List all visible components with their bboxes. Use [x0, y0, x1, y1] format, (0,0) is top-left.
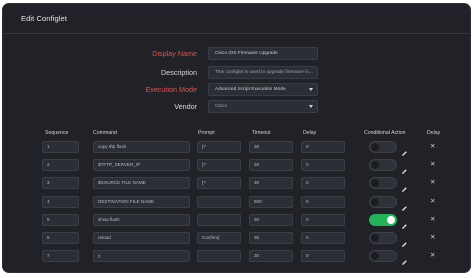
display-name-label: Display Name: [152, 49, 197, 58]
command-field[interactable]: $SOURCE FILE NAME: [93, 177, 190, 189]
sequence-field[interactable]: 4: [42, 196, 79, 208]
command-field[interactable]: show flash: [93, 214, 190, 226]
toggle-knob: [371, 179, 379, 187]
toggle-knob: [387, 216, 395, 224]
command-field[interactable]: y: [93, 250, 190, 262]
close-icon[interactable]: ✕: [430, 252, 435, 259]
command-field[interactable]: reload: [93, 232, 190, 244]
timeout-field[interactable]: 30: [249, 177, 293, 189]
col-header-command: Command: [93, 130, 117, 136]
toggle-knob: [371, 252, 379, 260]
timeout-field[interactable]: 30: [249, 214, 293, 226]
edit-configlet-window: Edit Configlet Display Name Description …: [2, 3, 471, 273]
pencil-icon[interactable]: [401, 180, 408, 192]
timeout-field[interactable]: 30: [249, 159, 293, 171]
col-header-conditional-action: Conditional Action: [364, 130, 406, 136]
conditional-action-toggle[interactable]: [369, 159, 397, 171]
pencil-icon[interactable]: [401, 235, 408, 247]
execution-mode-value: Advanced Script Execution Mode: [215, 87, 286, 92]
vendor-label: Vendor: [174, 102, 197, 111]
delay-field[interactable]: 0: [301, 232, 345, 244]
prompt-field[interactable]: [?: [197, 177, 241, 189]
prompt-field[interactable]: [?: [197, 141, 241, 153]
col-header-delete: Delay: [427, 130, 441, 136]
pencil-icon[interactable]: [401, 217, 408, 229]
execution-mode-select[interactable]: Advanced Script Execution Mode: [208, 83, 318, 96]
delay-field[interactable]: 0: [301, 177, 345, 189]
toggle-knob: [371, 161, 379, 169]
close-icon[interactable]: ✕: [430, 234, 435, 241]
timeout-field[interactable]: 30: [249, 141, 293, 153]
close-icon[interactable]: ✕: [430, 198, 435, 205]
close-icon[interactable]: ✕: [430, 161, 435, 168]
command-field[interactable]: copy tftp flash: [93, 141, 190, 153]
vendor-value: Cisco: [215, 104, 227, 109]
conditional-action-toggle[interactable]: [369, 232, 397, 244]
chevron-down-icon: [309, 88, 313, 91]
conditional-action-toggle[interactable]: [369, 214, 397, 226]
sequence-field[interactable]: 3: [42, 177, 79, 189]
window-titlebar: Edit Configlet: [3, 4, 470, 34]
close-icon[interactable]: ✕: [430, 179, 435, 186]
vendor-select[interactable]: Cisco: [208, 100, 318, 113]
command-field[interactable]: DESTINATION FILE NAME: [93, 196, 190, 208]
toggle-knob: [371, 198, 379, 206]
command-field[interactable]: $TFTP_SERVER_IP: [93, 159, 190, 171]
col-header-prompt: Prompt: [198, 130, 215, 136]
toggle-knob: [371, 143, 379, 151]
col-header-delay: Delay: [303, 130, 317, 136]
window-title: Edit Configlet: [21, 14, 68, 23]
pencil-icon[interactable]: [401, 144, 408, 156]
sequence-field[interactable]: 5: [42, 214, 79, 226]
delay-field[interactable]: 0: [301, 250, 345, 262]
delay-field[interactable]: 0: [301, 196, 345, 208]
prompt-field[interactable]: [?: [197, 159, 241, 171]
conditional-action-toggle[interactable]: [369, 177, 397, 189]
sequence-field[interactable]: 2: [42, 159, 79, 171]
close-icon[interactable]: ✕: [430, 216, 435, 223]
conditional-action-toggle[interactable]: [369, 196, 397, 208]
prompt-field[interactable]: [197, 250, 241, 262]
description-label: Description: [161, 68, 197, 77]
prompt-field[interactable]: [197, 196, 241, 208]
pencil-icon[interactable]: [401, 162, 408, 174]
toggle-knob: [371, 234, 379, 242]
timeout-field[interactable]: 500: [249, 196, 293, 208]
delay-field[interactable]: 0: [301, 159, 345, 171]
sequence-field[interactable]: 1: [42, 141, 79, 153]
display-name-input[interactable]: Cisco IOS Firmware Upgrade: [208, 47, 318, 60]
close-icon[interactable]: ✕: [430, 143, 435, 150]
execution-mode-label: Execution Mode: [145, 85, 197, 94]
prompt-field[interactable]: Confirm]: [197, 232, 241, 244]
pencil-icon[interactable]: [401, 199, 408, 211]
timeout-field[interactable]: 30: [249, 232, 293, 244]
description-input[interactable]: This configlet is used to upgrade firmwa…: [208, 66, 318, 79]
sequence-field[interactable]: 6: [42, 232, 79, 244]
conditional-action-toggle[interactable]: [369, 141, 397, 153]
col-header-timeout: Timeout: [252, 130, 271, 136]
col-header-sequence: Sequence: [45, 130, 69, 136]
timeout-field[interactable]: 30: [249, 250, 293, 262]
chevron-down-icon: [309, 105, 313, 108]
pencil-icon[interactable]: [401, 253, 408, 265]
delay-field[interactable]: 0: [301, 141, 345, 153]
delay-field[interactable]: 0: [301, 214, 345, 226]
prompt-field[interactable]: [197, 214, 241, 226]
conditional-action-toggle[interactable]: [369, 250, 397, 262]
sequence-field[interactable]: 7: [42, 250, 79, 262]
